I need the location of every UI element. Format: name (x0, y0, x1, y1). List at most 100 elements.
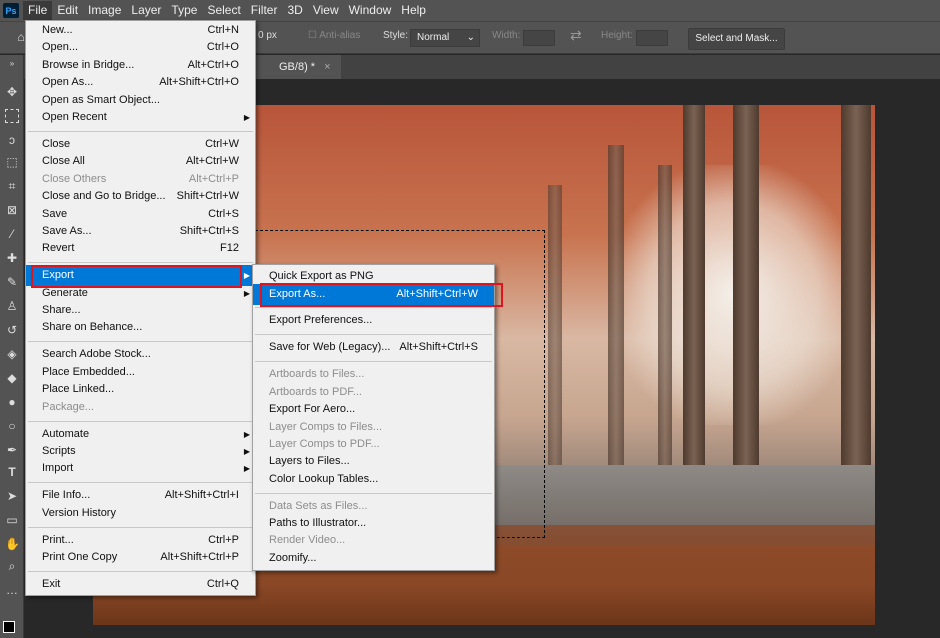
menu-item-label: Open as Smart Object... (42, 93, 160, 106)
menu-item-layer-comps-to-pdf: Layer Comps to PDF... (253, 436, 494, 453)
move-tool-icon[interactable]: ✥ (5, 85, 19, 99)
menu-item-new[interactable]: New... Ctrl+N (26, 22, 255, 39)
menu-item-close-all[interactable]: Close All Alt+Ctrl+W (26, 153, 255, 170)
menu-item-place-linked[interactable]: Place Linked... (26, 381, 255, 398)
feather-input[interactable]: 0 px (258, 30, 277, 41)
eraser-icon[interactable]: ◈ (5, 347, 19, 361)
hand-tool-icon[interactable]: ✋ (5, 537, 20, 551)
menu-item-generate[interactable]: Generate ▶ (26, 285, 255, 302)
foreground-color-swatch[interactable] (3, 621, 15, 633)
select-and-mask-button[interactable]: Select and Mask... (688, 28, 785, 50)
menu-image[interactable]: Image (83, 1, 126, 20)
pen-tool-icon[interactable]: ✒ (5, 443, 19, 457)
shortcut-label: Shift+Ctrl+W (176, 190, 239, 203)
menu-item-open-recent[interactable]: Open Recent ▶ (26, 109, 255, 126)
submenu-arrow-icon: ▶ (243, 446, 250, 456)
height-input[interactable] (636, 30, 668, 46)
menu-item-save[interactable]: Save Ctrl+S (26, 206, 255, 223)
menu-item-open[interactable]: Open... Ctrl+O (26, 39, 255, 56)
menu-item-export-preferences[interactable]: Export Preferences... (253, 312, 494, 329)
menu-item-open-as-smart-object[interactable]: Open as Smart Object... (26, 92, 255, 109)
menu-type[interactable]: Type (166, 1, 202, 20)
menu-view[interactable]: View (308, 1, 344, 20)
dodge-tool-icon[interactable]: ○ (5, 419, 19, 433)
menu-item-browse-in-bridge[interactable]: Browse in Bridge... Alt+Ctrl+O (26, 57, 255, 74)
brush-tool-icon[interactable]: ✎ (5, 275, 19, 289)
menu-item-version-history[interactable]: Version History (26, 505, 255, 522)
type-tool-icon[interactable]: T (5, 465, 19, 479)
menu-layer[interactable]: Layer (126, 1, 166, 20)
menu-item-exit[interactable]: Exit Ctrl+Q (26, 576, 255, 593)
rectangle-tool-icon[interactable]: ▭ (5, 513, 19, 527)
menu-file[interactable]: File (23, 1, 53, 20)
menu-filter[interactable]: Filter (246, 1, 283, 20)
submenu-arrow-icon: ▶ (243, 429, 250, 439)
menu-item-revert[interactable]: Revert F12 (26, 240, 255, 257)
menu-item-label: Export As... (269, 287, 326, 300)
menu-select[interactable]: Select (202, 1, 245, 20)
stamp-tool-icon[interactable]: ♙ (5, 299, 19, 313)
style-select[interactable]: Normal ⌄ (410, 29, 480, 47)
quick-select-icon[interactable]: ⬚ (5, 155, 19, 169)
menu-item-save-as[interactable]: Save As... Shift+Ctrl+S (26, 223, 255, 240)
marquee-tool-icon[interactable] (5, 109, 19, 123)
more-tools-icon[interactable]: … (5, 583, 19, 597)
menu-item-automate[interactable]: Automate ▶ (26, 426, 255, 443)
menu-item-place-embedded[interactable]: Place Embedded... (26, 364, 255, 381)
menu-item-label: Search Adobe Stock... (42, 348, 151, 361)
frame-tool-icon[interactable]: ⊠ (5, 203, 19, 217)
menu-item-label: Data Sets as Files... (269, 499, 368, 512)
eyedropper-icon[interactable]: ⁄ (5, 227, 19, 241)
crop-tool-icon[interactable]: ⌗ (5, 179, 19, 193)
shortcut-label: Ctrl+P (208, 533, 239, 546)
menu-item-share-on-behance[interactable]: Share on Behance... (26, 319, 255, 336)
menu-item-save-for-web-legacy[interactable]: Save for Web (Legacy)... Alt+Shift+Ctrl+S (253, 339, 494, 356)
menu-item-zoomify[interactable]: Zoomify... (253, 550, 494, 567)
menu-item-label: Print One Copy (42, 551, 118, 564)
menu-3d[interactable]: 3D (282, 1, 307, 20)
blur-tool-icon[interactable]: ● (5, 395, 19, 409)
document-tab[interactable]: GB/8) * × (254, 55, 341, 79)
menu-item-print[interactable]: Print... Ctrl+P (26, 532, 255, 549)
swap-icon[interactable]: ⇄ (570, 27, 582, 44)
menu-separator (26, 126, 255, 136)
path-select-icon[interactable]: ➤ (5, 489, 19, 503)
lasso-tool-icon[interactable]: ↄ (5, 133, 19, 147)
anti-alias-checkbox[interactable]: ☐ Anti-alias (308, 30, 360, 41)
menu-item-layers-to-files[interactable]: Layers to Files... (253, 453, 494, 470)
tree-trunk (548, 185, 562, 475)
width-input[interactable] (523, 30, 555, 46)
paint-bucket-icon[interactable]: ◆ (5, 371, 19, 385)
menu-item-file-info[interactable]: File Info... Alt+Shift+Ctrl+I (26, 487, 255, 504)
shortcut-label: F12 (220, 242, 239, 255)
menu-item-label: Export (42, 269, 74, 282)
menu-item-label: Artboards to PDF... (269, 385, 362, 398)
menu-item-label: Artboards to Files... (269, 368, 365, 381)
menu-item-share[interactable]: Share... (26, 302, 255, 319)
healing-brush-icon[interactable]: ✚ (5, 251, 19, 265)
shortcut-label: Ctrl+N (207, 24, 239, 36)
menu-help[interactable]: Help (396, 1, 431, 20)
menu-window[interactable]: Window (344, 1, 397, 20)
menu-item-label: Layer Comps to PDF... (269, 437, 380, 450)
menu-item-import[interactable]: Import ▶ (26, 460, 255, 477)
menu-item-search-adobe-stock[interactable]: Search Adobe Stock... (26, 346, 255, 363)
menu-item-paths-to-illustrator[interactable]: Paths to Illustrator... (253, 515, 494, 532)
tree-trunk (733, 105, 759, 495)
menu-item-label: Close (42, 137, 71, 150)
menu-item-print-one-copy[interactable]: Print One Copy Alt+Shift+Ctrl+P (26, 549, 255, 566)
history-brush-icon[interactable]: ↺ (5, 323, 19, 337)
expand-icon[interactable]: » (5, 57, 19, 71)
menu-item-close-and-go-to-bridge[interactable]: Close and Go to Bridge... Shift+Ctrl+W (26, 188, 255, 205)
menu-item-label: Layer Comps to Files... (269, 420, 383, 433)
menu-item-close[interactable]: Close Ctrl+W (26, 136, 255, 153)
zoom-tool-icon[interactable]: ⌕ (5, 559, 19, 573)
menu-item-export-as[interactable]: Export As... Alt+Shift+Ctrl+W (253, 283, 494, 305)
menu-item-open-as[interactable]: Open As... Alt+Shift+Ctrl+O (26, 74, 255, 91)
menu-edit[interactable]: Edit (52, 1, 83, 20)
menu-item-color-lookup-tables[interactable]: Color Lookup Tables... (253, 471, 494, 488)
close-icon[interactable]: × (324, 61, 330, 73)
menu-item-export-for-aero[interactable]: Export For Aero... (253, 401, 494, 418)
menu-item-scripts[interactable]: Scripts ▶ (26, 443, 255, 460)
menu-item-export[interactable]: Export ▶ (26, 265, 255, 287)
